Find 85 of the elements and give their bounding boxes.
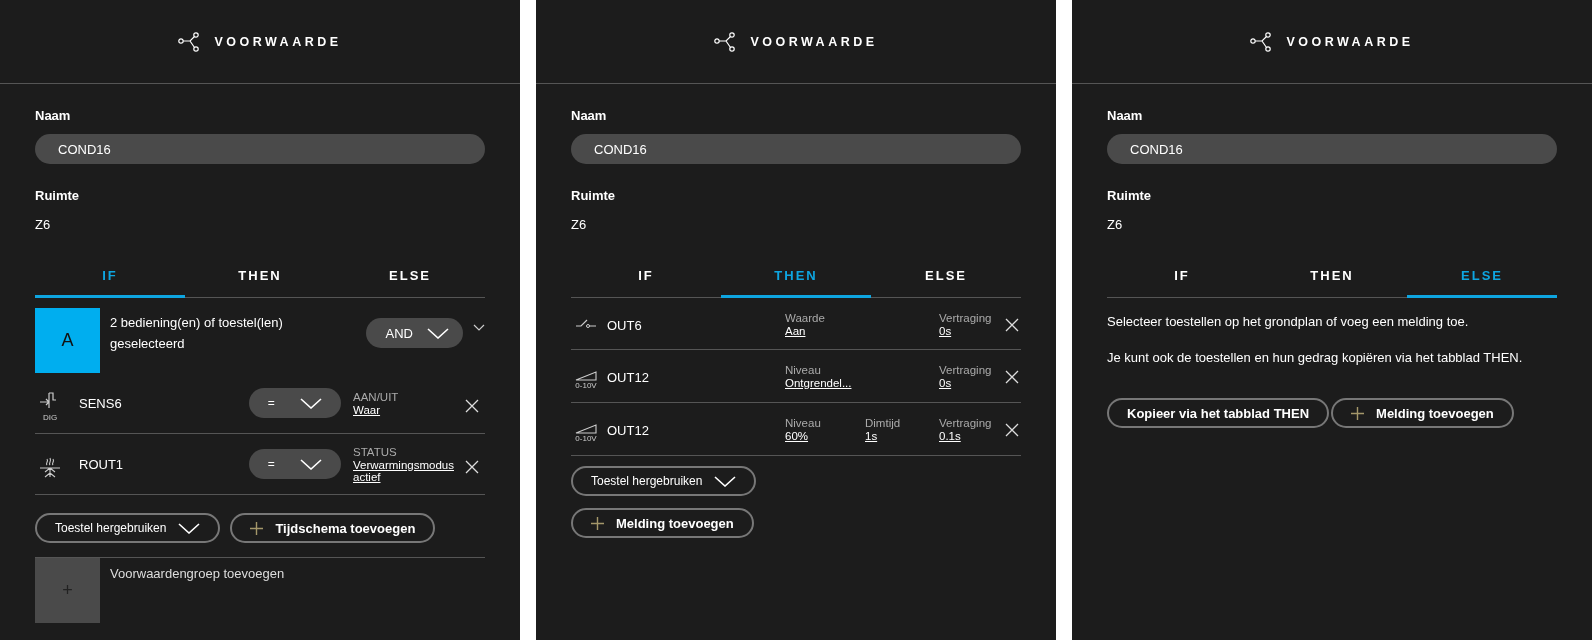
parameter-label: Dimtijd bbox=[865, 417, 902, 429]
branch-icon bbox=[178, 31, 201, 52]
icon-caption: DIG bbox=[42, 412, 58, 422]
tab[interactable]: ELSE bbox=[335, 258, 485, 298]
add-group-label: Voorwaardengroep toevoegen bbox=[110, 565, 285, 583]
parameter-label: Niveau bbox=[785, 364, 822, 376]
property-label: STATUS bbox=[353, 445, 398, 458]
parameter-label: Niveau bbox=[785, 417, 822, 429]
operator-dropdown[interactable]: AND bbox=[365, 318, 463, 348]
dimmer-icon bbox=[575, 423, 597, 434]
group-letter-tile[interactable]: A bbox=[35, 308, 100, 373]
device-name: OUT12 bbox=[607, 369, 650, 385]
chevron-down-icon bbox=[300, 458, 323, 470]
room-value: Z6 bbox=[1107, 217, 1124, 232]
room-value: Z6 bbox=[571, 217, 588, 232]
info-text: Selecteer toestellen op het grondplan of voeg een melding toe. bbox=[1107, 313, 1470, 331]
device-name: OUT12 bbox=[607, 422, 650, 438]
device-name: OUT6 bbox=[607, 317, 643, 333]
close-icon[interactable] bbox=[1005, 370, 1019, 384]
delay-label: Vertraging bbox=[939, 364, 993, 376]
close-icon[interactable] bbox=[1005, 423, 1019, 437]
room-label: Ruimte bbox=[571, 188, 617, 203]
icon-caption: 0-10V bbox=[575, 434, 597, 443]
name-field[interactable]: COND16 bbox=[35, 134, 485, 164]
add-schedule-button[interactable]: Tijdschema toevoegen bbox=[230, 513, 436, 543]
branch-icon bbox=[1250, 31, 1273, 52]
panel-title: VOORWAARDE bbox=[750, 34, 878, 49]
chevron-down-icon bbox=[714, 475, 737, 487]
property-label: AAN/UIT bbox=[353, 390, 400, 403]
name-field[interactable]: COND16 bbox=[571, 134, 1021, 164]
group-description: 2 bediening(en) of toestel(len) geselecteerd bbox=[110, 314, 284, 353]
heating-icon bbox=[39, 456, 61, 478]
dimmer-icon bbox=[575, 370, 597, 381]
plus-icon bbox=[250, 521, 264, 535]
tab[interactable]: THEN bbox=[1257, 258, 1407, 298]
reuse-device-dropdown[interactable]: Toestel hergebruiken bbox=[35, 513, 221, 543]
tab[interactable]: ELSE bbox=[1407, 258, 1557, 298]
tab[interactable]: ELSE bbox=[871, 258, 1021, 298]
delay-label: Vertraging bbox=[939, 417, 993, 429]
value-link[interactable]: 60% bbox=[785, 430, 861, 442]
add-notification-button[interactable]: Melding toevoegen bbox=[1331, 398, 1514, 428]
info-text: Je kunt ook de toestellen en hun gedrag kopiëren via het tabblad THEN. bbox=[1107, 349, 1524, 367]
value-link[interactable]: 1s bbox=[865, 430, 935, 442]
name-label: Naam bbox=[35, 108, 72, 123]
delay-label: Vertraging bbox=[939, 312, 993, 324]
copy-button[interactable]: Kopieer via het tabblad THEN bbox=[1107, 398, 1330, 428]
switch-icon bbox=[575, 318, 597, 328]
value-link[interactable]: Verwarmingsmodus actief bbox=[353, 458, 453, 483]
name-label: Naam bbox=[571, 108, 608, 123]
value-link[interactable]: Waar bbox=[353, 403, 453, 416]
value-link[interactable]: Ontgrendel... bbox=[785, 377, 861, 389]
parameter-label: Waarde bbox=[785, 312, 826, 324]
chevron-down-icon bbox=[427, 327, 449, 339]
comparison-dropdown[interactable]: = bbox=[249, 449, 341, 479]
tab[interactable]: IF bbox=[1107, 258, 1257, 298]
room-label: Ruimte bbox=[35, 188, 81, 203]
plus-icon bbox=[591, 516, 604, 530]
tab[interactable]: THEN bbox=[185, 258, 335, 298]
reuse-device-dropdown[interactable]: Toestel hergebruiken bbox=[571, 466, 757, 496]
value-link[interactable]: Aan bbox=[785, 325, 861, 337]
branch-icon bbox=[714, 31, 737, 52]
panel-title: VOORWAARDE bbox=[1286, 34, 1414, 49]
device-name: SENS6 bbox=[79, 395, 123, 411]
tab[interactable]: THEN bbox=[721, 258, 871, 298]
chevron-down-icon[interactable] bbox=[473, 324, 485, 331]
chevron-down-icon bbox=[178, 522, 201, 534]
value-link[interactable]: 0s bbox=[939, 325, 1001, 337]
close-icon[interactable] bbox=[465, 460, 479, 474]
comparison-dropdown[interactable]: = bbox=[249, 388, 341, 418]
panel-title: VOORWAARDE bbox=[214, 34, 342, 49]
device-name: ROUT1 bbox=[79, 456, 125, 472]
room-label: Ruimte bbox=[1107, 188, 1153, 203]
icon-caption: 0-10V bbox=[575, 381, 597, 390]
add-notification-button[interactable]: Melding toevoegen bbox=[571, 508, 754, 538]
close-icon[interactable] bbox=[465, 399, 479, 413]
plus-icon bbox=[1351, 406, 1365, 420]
chevron-down-icon bbox=[300, 397, 323, 409]
value-link[interactable]: 0.1s bbox=[939, 430, 1001, 442]
value-link[interactable]: 0s bbox=[939, 377, 1001, 389]
tab[interactable]: IF bbox=[35, 258, 185, 298]
tab[interactable]: IF bbox=[571, 258, 721, 298]
name-field[interactable]: COND16 bbox=[1107, 134, 1557, 164]
close-icon[interactable] bbox=[1005, 318, 1019, 332]
name-label: Naam bbox=[1107, 108, 1144, 123]
room-value: Z6 bbox=[35, 217, 52, 232]
